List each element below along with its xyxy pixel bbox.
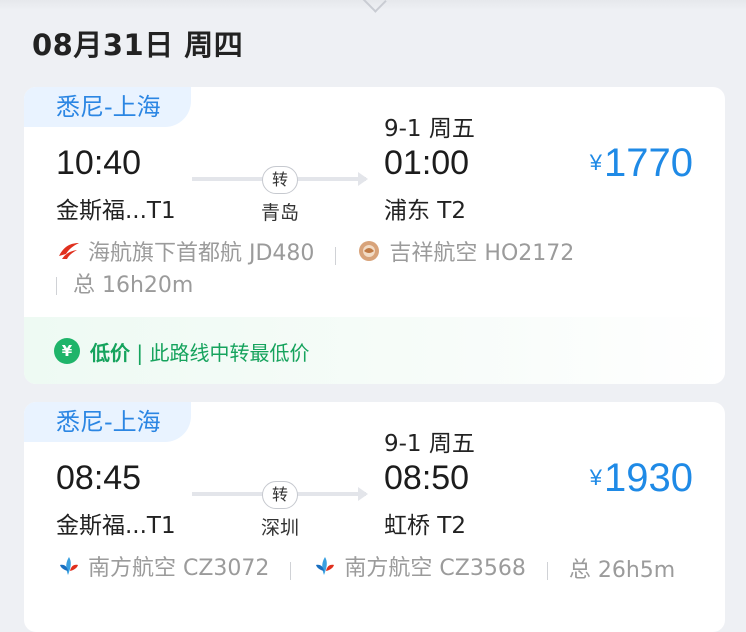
airline-name: 南方航空 CZ3568 — [344, 556, 526, 581]
transfer-badge: 转 — [262, 166, 298, 194]
arrival-airport: 虹桥 T2 — [384, 513, 466, 539]
china-southern-icon — [60, 557, 78, 575]
airline-segment: 海航旗下首都航 JD480 — [56, 235, 314, 267]
price-amount: 1930 — [604, 456, 693, 500]
arrow-right-icon — [358, 172, 368, 186]
date-header: 08月31日 周四 — [32, 28, 244, 62]
promo-description: | 此路线中转最低价 — [130, 341, 310, 365]
arrow-right-icon — [358, 487, 368, 501]
airline-row: 南方航空 CZ3072 南方航空 CZ3568 总 26h5m — [56, 550, 675, 584]
juneyao-airlines-icon — [359, 241, 380, 261]
airline-segment: 南方航空 CZ3072 — [56, 550, 269, 582]
divider — [56, 277, 57, 295]
promo-banner: ¥ 低价 | 此路线中转最低价 — [24, 317, 725, 384]
departure-airport: 金斯福...T1 — [56, 198, 176, 224]
price: ¥1930 — [590, 456, 693, 501]
promo-highlight: 低价 — [90, 341, 130, 365]
arrival-time: 08:50 — [384, 459, 470, 497]
divider — [290, 562, 292, 580]
arrival-time: 01:00 — [384, 144, 470, 182]
duration-row: 总 16h20m — [56, 267, 194, 299]
currency-symbol: ¥ — [589, 465, 603, 490]
route-tag: 悉尼-上海 — [24, 87, 191, 127]
total-duration: 总 26h5m — [568, 558, 676, 583]
yen-icon: ¥ — [54, 338, 80, 364]
airline-name: 吉祥航空 HO2172 — [389, 241, 575, 266]
airline-row: 海航旗下首都航 JD480 吉祥航空 HO2172 — [56, 235, 574, 268]
promo-text: 低价 | 此路线中转最低价 — [90, 337, 309, 366]
arrival-date: 9-1 周五 — [384, 431, 475, 457]
airline-name: 海航旗下首都航 JD480 — [88, 241, 315, 266]
flight-card[interactable]: 悉尼-上海 9-1 周五 08:45 金斯福...T1 转 深圳 08:50 虹… — [24, 402, 725, 632]
transfer-badge: 转 — [262, 481, 298, 509]
transfer-city: 深圳 — [261, 517, 300, 539]
route-tag: 悉尼-上海 — [24, 402, 191, 442]
airline-segment: 南方航空 CZ3568 — [312, 550, 526, 582]
departure-airport: 金斯福...T1 — [56, 513, 176, 539]
airline-name: 南方航空 CZ3072 — [88, 556, 270, 581]
price: ¥1770 — [590, 141, 693, 186]
capital-airlines-icon — [59, 243, 79, 259]
currency-symbol: ¥ — [589, 150, 603, 175]
arrival-date: 9-1 周五 — [384, 116, 475, 142]
china-southern-icon — [316, 557, 335, 575]
divider — [546, 562, 548, 580]
departure-time: 08:45 — [56, 459, 142, 497]
divider — [335, 247, 337, 265]
total-duration: 总 16h20m — [73, 273, 194, 298]
departure-time: 10:40 — [56, 144, 142, 182]
arrival-airport: 浦东 T2 — [384, 198, 466, 224]
airline-segment: 吉祥航空 HO2172 — [357, 235, 574, 267]
flight-card[interactable]: 悉尼-上海 9-1 周五 10:40 金斯福...T1 转 青岛 01:00 浦… — [24, 87, 725, 384]
transfer-city: 青岛 — [261, 202, 300, 224]
price-amount: 1770 — [604, 141, 693, 185]
